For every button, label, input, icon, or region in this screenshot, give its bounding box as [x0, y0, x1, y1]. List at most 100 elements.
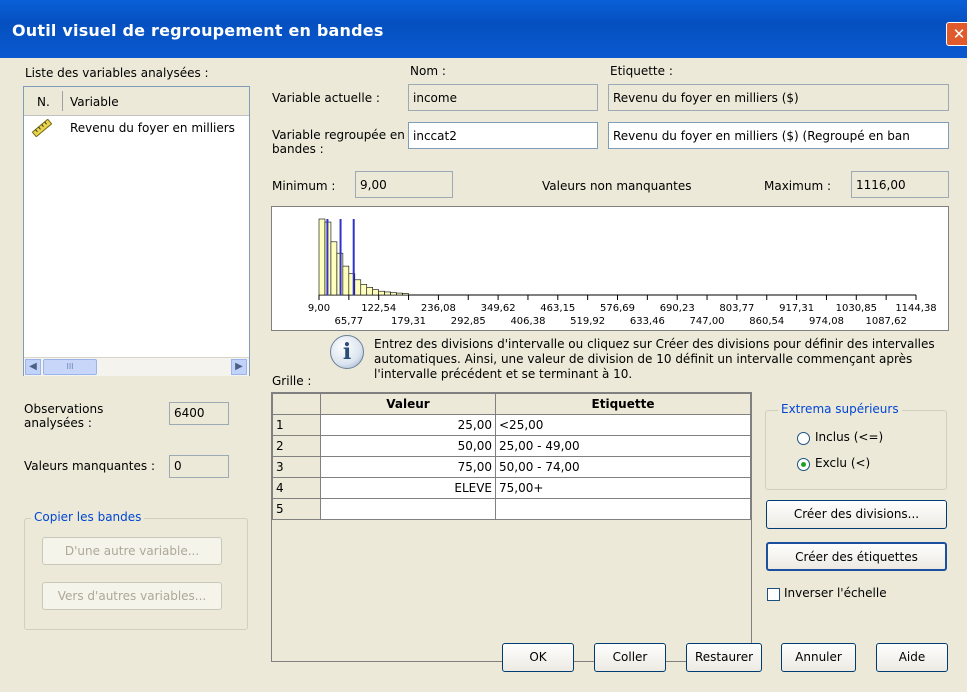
histogram-bar: [390, 292, 397, 296]
help-button[interactable]: Aide: [876, 643, 948, 672]
grid-row[interactable]: 4 ELEVE 75,00+: [272, 477, 751, 499]
dialog-window: Outil visuel de regroupement en bandes ✕…: [0, 0, 967, 692]
x-tick-label: 519,92: [570, 316, 605, 327]
observations-value: 6400: [169, 402, 229, 425]
cutpoint-grid[interactable]: Valeur Etiquette 1 25,00 <25,00 2 50,00 25,00…: [272, 393, 751, 520]
minimum-label: Minimum :: [272, 179, 336, 193]
scroll-left-button[interactable]: ◀: [25, 359, 41, 375]
grid-corner: [272, 393, 321, 415]
x-tick-label: 1087,62: [865, 316, 906, 327]
x-tick-label: 236,08: [421, 303, 456, 314]
x-tick-label: 974,08: [809, 316, 844, 327]
histogram-bar: [384, 291, 391, 296]
grid-cell-label[interactable]: 25,00 - 49,00: [495, 435, 751, 457]
list-col-variable[interactable]: Variable: [70, 95, 119, 109]
grid-area: Valeur Etiquette 1 25,00 <25,00 2 50,00 25,00…: [271, 392, 752, 662]
paste-button[interactable]: Coller: [594, 643, 666, 672]
grid-cell-value[interactable]: 50,00: [320, 435, 496, 457]
x-tick-label: 65,77: [335, 316, 364, 327]
grid-cell-label[interactable]: <25,00: [495, 414, 751, 436]
grid-row-number[interactable]: 2: [272, 435, 321, 457]
title-bar[interactable]: Outil visuel de regroupement en bandes ✕: [0, 0, 967, 58]
grid-col-label[interactable]: Etiquette: [495, 393, 751, 415]
copy-to-variables-button[interactable]: Vers d'autres variables...: [42, 582, 222, 610]
missing-label: Valeurs manquantes :: [24, 459, 155, 473]
x-tick-label: 747,00: [690, 316, 725, 327]
info-text: Entrez des divisions d'intervalle ou cli…: [374, 337, 935, 381]
grid-cell-label[interactable]: 75,00+: [495, 477, 751, 499]
x-tick-label: 860,54: [749, 316, 784, 327]
maximum-label: Maximum :: [764, 179, 831, 193]
x-tick-label: 349,62: [481, 303, 516, 314]
grid-cell-value[interactable]: ELEVE: [320, 477, 496, 499]
grid-row-number[interactable]: 1: [272, 414, 321, 436]
x-tick-label: 179,31: [391, 316, 426, 327]
close-button[interactable]: ✕: [946, 22, 967, 46]
create-divisions-button[interactable]: Créer des divisions...: [766, 500, 947, 529]
info-icon: i: [330, 335, 364, 369]
grid-label: Grille :: [272, 374, 312, 388]
list-item-label: Revenu du foyer en milliers: [70, 121, 235, 135]
grid-cell-label[interactable]: 50,00 - 74,00: [495, 456, 751, 478]
x-tick-label: 1030,85: [836, 303, 877, 314]
reverse-scale-label[interactable]: Inverser l'échelle: [784, 586, 887, 600]
current-variable-label: Variable actuelle :: [272, 91, 380, 105]
ruler-icon: [31, 118, 53, 140]
window-title: Outil visuel de regroupement en bandes: [12, 21, 384, 40]
create-labels-button[interactable]: Créer des étiquettes: [766, 542, 947, 571]
current-variable-label-value: Revenu du foyer en milliers ($): [608, 84, 949, 111]
x-tick-label: 463,15: [540, 303, 575, 314]
label-header: Etiquette :: [610, 64, 673, 78]
exclusive-radio[interactable]: [797, 458, 810, 471]
x-tick-label: 690,23: [660, 303, 695, 314]
grid-row[interactable]: 3 75,00 50,00 - 74,00: [272, 456, 751, 478]
histogram-bar: [396, 292, 403, 296]
grid-cell-label[interactable]: [495, 498, 751, 520]
variable-list[interactable]: N. Variable Revenu du foyer en milliers …: [23, 86, 250, 376]
name-header: Nom :: [410, 64, 446, 78]
histogram-bar: [360, 284, 368, 296]
grid-row-number[interactable]: 3: [272, 456, 321, 478]
x-tick-label: 803,77: [719, 303, 754, 314]
histogram-bar: [354, 279, 362, 296]
grid-row[interactable]: 2 50,00 25,00 - 49,00: [272, 435, 751, 457]
histogram-chart: 9,00 122,54 236,08 349,62 463,15 576,69 690,23…: [308, 218, 937, 327]
grid-row-number[interactable]: 4: [272, 477, 321, 499]
current-variable-name: income: [408, 84, 598, 111]
inclusive-radio[interactable]: [797, 432, 810, 445]
histogram-panel: 9,00 122,54 236,08 349,62 463,15 576,69 690,23…: [271, 206, 949, 331]
grid-row-number[interactable]: 5: [272, 498, 321, 520]
inclusive-label[interactable]: Inclus (<=): [815, 430, 883, 444]
grid-cell-value[interactable]: [320, 498, 496, 520]
grouped-variable-label-input[interactable]: Revenu du foyer en milliers ($) (Regroup…: [608, 122, 949, 149]
nonmissing-label: Valeurs non manquantes: [542, 179, 692, 193]
x-tick-label: 9,00: [308, 303, 330, 314]
grouped-variable-label: Variable regroupée en bandes :: [272, 128, 405, 156]
x-tick-label: 1144,38: [895, 303, 936, 314]
reverse-scale-checkbox[interactable]: [767, 588, 780, 601]
exclusive-label[interactable]: Exclu (<): [815, 456, 870, 470]
scroll-thumb[interactable]: III: [43, 359, 97, 375]
histogram-bar: [366, 287, 374, 296]
ok-button[interactable]: OK: [502, 643, 574, 672]
histogram-bar: [378, 290, 385, 296]
list-item[interactable]: Revenu du foyer en milliers: [24, 117, 249, 139]
grid-row[interactable]: 1 25,00 <25,00: [272, 414, 751, 436]
scroll-right-button[interactable]: ▶: [231, 359, 247, 375]
grid-col-value[interactable]: Valeur: [320, 393, 496, 415]
variable-list-header: N. Variable: [24, 87, 249, 116]
histogram-bar: [318, 218, 326, 296]
horizontal-scrollbar[interactable]: ◀ III ▶: [24, 357, 249, 376]
reset-button[interactable]: Restaurer: [686, 643, 762, 672]
x-tick-label: 122,54: [361, 303, 396, 314]
grid-row[interactable]: 5: [272, 498, 751, 520]
copy-from-variable-button[interactable]: D'une autre variable...: [42, 537, 222, 565]
list-col-n[interactable]: N.: [37, 95, 50, 109]
variable-list-label: Liste des variables analysées :: [25, 66, 209, 80]
grouped-variable-name-input[interactable]: inccat2: [408, 122, 598, 149]
grid-cell-value[interactable]: 75,00: [320, 456, 496, 478]
cancel-button[interactable]: Annuler: [781, 643, 856, 672]
grid-cell-value[interactable]: 25,00: [320, 414, 496, 436]
histogram-bar: [342, 265, 350, 296]
x-tick-label: 917,31: [779, 303, 814, 314]
